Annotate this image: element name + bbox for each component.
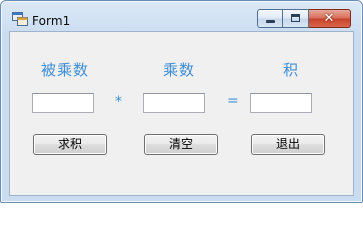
label-product: 积 [283,61,300,79]
minimize-icon [266,20,275,23]
maximize-icon [291,14,300,22]
caption-buttons: ✕ [257,9,351,28]
multiplier-input[interactable] [143,93,205,113]
exit-button[interactable]: 退出 [251,134,325,155]
product-output[interactable] [250,93,312,113]
multiply-operator: * [115,94,122,110]
app-window-icon [12,11,28,26]
multiplicand-input[interactable] [32,93,94,113]
clear-button[interactable]: 清空 [144,134,218,155]
close-button[interactable]: ✕ [309,9,351,28]
window-title: Form1 [32,14,71,28]
minimize-button[interactable] [257,9,283,28]
compute-button[interactable]: 求积 [33,134,107,155]
label-multiplier: 乘数 [163,61,196,79]
equals-operator: = [227,93,239,109]
title-bar[interactable]: Form1 ✕ [1,1,362,31]
label-multiplicand: 被乘数 [41,61,90,79]
maximize-button[interactable] [283,9,309,28]
form-client-area: 被乘数 乘数 积 * = 求积 清空 退出 [9,31,354,196]
close-icon: ✕ [323,11,335,26]
form1-window: Form1 ✕ 被乘数 乘数 积 * = 求积 清空 退出 [0,0,363,203]
